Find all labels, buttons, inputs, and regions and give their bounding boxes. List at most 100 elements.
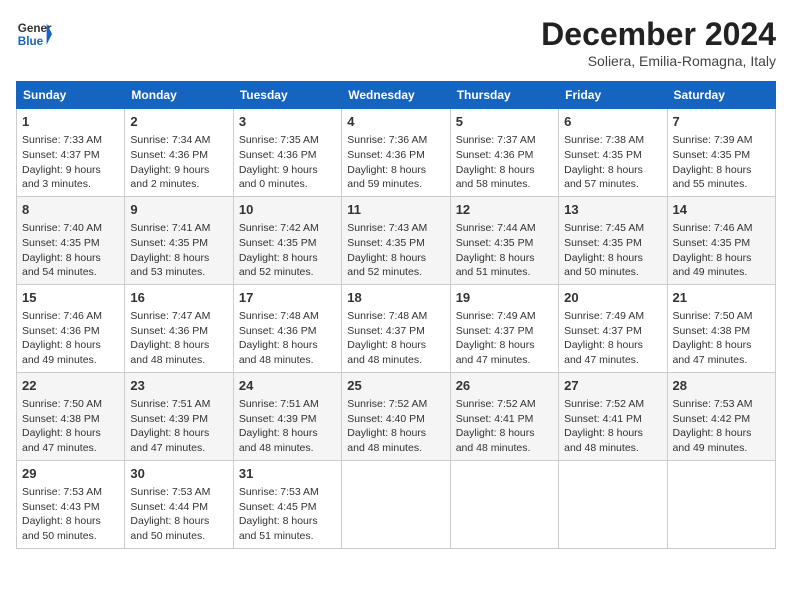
- calendar-cell: 23Sunrise: 7:51 AMSunset: 4:39 PMDayligh…: [125, 372, 233, 460]
- day-number: 28: [673, 377, 770, 395]
- cell-content: Sunrise: 7:33 AMSunset: 4:37 PMDaylight:…: [22, 133, 119, 192]
- calendar-cell: 19Sunrise: 7:49 AMSunset: 4:37 PMDayligh…: [450, 284, 558, 372]
- weekday-header-tuesday: Tuesday: [233, 82, 341, 109]
- day-number: 12: [456, 201, 553, 219]
- calendar-cell: 9 Sunrise: 7:41 AMSunset: 4:35 PMDaylight…: [125, 196, 233, 284]
- weekday-header-friday: Friday: [559, 82, 667, 109]
- location-subtitle: Soliera, Emilia-Romagna, Italy: [541, 53, 776, 69]
- day-number: 24: [239, 377, 336, 395]
- day-number: 1: [22, 113, 119, 131]
- calendar-cell: 31 Sunrise: 7:53 AMSunset: 4:45 PMDayligh…: [233, 460, 341, 548]
- logo: General Blue: [16, 16, 52, 52]
- calendar-body: 1 Sunrise: 7:33 AMSunset: 4:37 PMDaylight…: [17, 109, 776, 549]
- cell-content: Sunrise: 7:46 AMSunset: 4:35 PMDaylight:…: [673, 221, 770, 280]
- cell-content: Sunrise: 7:36 AMSunset: 4:36 PMDaylight:…: [347, 133, 444, 192]
- cell-content: Sunrise: 7:53 AMSunset: 4:45 PMDaylight:…: [239, 485, 336, 544]
- cell-content: Sunrise: 7:41 AMSunset: 4:35 PMDaylight:…: [130, 221, 227, 280]
- cell-content: Sunrise: 7:50 AMSunset: 4:38 PMDaylight:…: [673, 309, 770, 368]
- cell-content: Sunrise: 7:53 AMSunset: 4:42 PMDaylight:…: [673, 397, 770, 456]
- cell-content: Sunrise: 7:48 AMSunset: 4:36 PMDaylight:…: [239, 309, 336, 368]
- calendar-cell: 25Sunrise: 7:52 AMSunset: 4:40 PMDayligh…: [342, 372, 450, 460]
- svg-text:Blue: Blue: [18, 35, 44, 48]
- cell-content: Sunrise: 7:49 AMSunset: 4:37 PMDaylight:…: [564, 309, 661, 368]
- day-number: 23: [130, 377, 227, 395]
- calendar-cell: 26 Sunrise: 7:52 AMSunset: 4:41 PMDayligh…: [450, 372, 558, 460]
- day-number: 31: [239, 465, 336, 483]
- calendar-cell: 29 Sunrise: 7:53 AMSunset: 4:43 PMDayligh…: [17, 460, 125, 548]
- calendar-cell: 28 Sunrise: 7:53 AMSunset: 4:42 PMDayligh…: [667, 372, 775, 460]
- calendar-cell: [342, 460, 450, 548]
- calendar-cell: 18 Sunrise: 7:48 AMSunset: 4:37 PMDayligh…: [342, 284, 450, 372]
- day-number: 22: [22, 377, 119, 395]
- day-number: 26: [456, 377, 553, 395]
- calendar-week-2: 8Sunrise: 7:40 AMSunset: 4:35 PMDaylight…: [17, 196, 776, 284]
- calendar-cell: 4 Sunrise: 7:36 AMSunset: 4:36 PMDaylight…: [342, 109, 450, 197]
- calendar-cell: 13 Sunrise: 7:45 AMSunset: 4:35 PMDayligh…: [559, 196, 667, 284]
- cell-content: Sunrise: 7:43 AMSunset: 4:35 PMDaylight:…: [347, 221, 444, 280]
- day-number: 11: [347, 201, 444, 219]
- day-number: 27: [564, 377, 661, 395]
- day-number: 15: [22, 289, 119, 307]
- calendar-week-5: 29 Sunrise: 7:53 AMSunset: 4:43 PMDayligh…: [17, 460, 776, 548]
- day-number: 29: [22, 465, 119, 483]
- day-number: 7: [673, 113, 770, 131]
- day-number: 14: [673, 201, 770, 219]
- cell-content: Sunrise: 7:52 AMSunset: 4:41 PMDaylight:…: [456, 397, 553, 456]
- calendar-header-row: SundayMondayTuesdayWednesdayThursdayFrid…: [17, 82, 776, 109]
- calendar-cell: 22Sunrise: 7:50 AMSunset: 4:38 PMDayligh…: [17, 372, 125, 460]
- day-number: 4: [347, 113, 444, 131]
- calendar-cell: 21Sunrise: 7:50 AMSunset: 4:38 PMDayligh…: [667, 284, 775, 372]
- calendar-cell: [559, 460, 667, 548]
- weekday-header-sunday: Sunday: [17, 82, 125, 109]
- calendar-cell: 10 Sunrise: 7:42 AMSunset: 4:35 PMDayligh…: [233, 196, 341, 284]
- calendar-cell: 20Sunrise: 7:49 AMSunset: 4:37 PMDayligh…: [559, 284, 667, 372]
- cell-content: Sunrise: 7:48 AMSunset: 4:37 PMDaylight:…: [347, 309, 444, 368]
- calendar-cell: 17 Sunrise: 7:48 AMSunset: 4:36 PMDayligh…: [233, 284, 341, 372]
- cell-content: Sunrise: 7:40 AMSunset: 4:35 PMDaylight:…: [22, 221, 119, 280]
- cell-content: Sunrise: 7:34 AMSunset: 4:36 PMDaylight:…: [130, 133, 227, 192]
- day-number: 18: [347, 289, 444, 307]
- cell-content: Sunrise: 7:44 AMSunset: 4:35 PMDaylight:…: [456, 221, 553, 280]
- calendar-cell: 11 Sunrise: 7:43 AMSunset: 4:35 PMDayligh…: [342, 196, 450, 284]
- title-area: December 2024 Soliera, Emilia-Romagna, I…: [541, 16, 776, 69]
- day-number: 3: [239, 113, 336, 131]
- cell-content: Sunrise: 7:52 AMSunset: 4:41 PMDaylight:…: [564, 397, 661, 456]
- cell-content: Sunrise: 7:35 AMSunset: 4:36 PMDaylight:…: [239, 133, 336, 192]
- cell-content: Sunrise: 7:53 AMSunset: 4:43 PMDaylight:…: [22, 485, 119, 544]
- calendar-cell: 5 Sunrise: 7:37 AMSunset: 4:36 PMDaylight…: [450, 109, 558, 197]
- day-number: 6: [564, 113, 661, 131]
- weekday-header-thursday: Thursday: [450, 82, 558, 109]
- calendar-cell: 3 Sunrise: 7:35 AMSunset: 4:36 PMDaylight…: [233, 109, 341, 197]
- calendar-cell: 16 Sunrise: 7:47 AMSunset: 4:36 PMDayligh…: [125, 284, 233, 372]
- calendar-week-3: 15 Sunrise: 7:46 AMSunset: 4:36 PMDayligh…: [17, 284, 776, 372]
- weekday-header-monday: Monday: [125, 82, 233, 109]
- day-number: 2: [130, 113, 227, 131]
- day-number: 9: [130, 201, 227, 219]
- logo-icon: General Blue: [16, 16, 52, 52]
- day-number: 5: [456, 113, 553, 131]
- calendar-cell: 1 Sunrise: 7:33 AMSunset: 4:37 PMDaylight…: [17, 109, 125, 197]
- calendar-cell: 27 Sunrise: 7:52 AMSunset: 4:41 PMDayligh…: [559, 372, 667, 460]
- day-number: 10: [239, 201, 336, 219]
- day-number: 13: [564, 201, 661, 219]
- calendar-week-1: 1 Sunrise: 7:33 AMSunset: 4:37 PMDaylight…: [17, 109, 776, 197]
- weekday-header-saturday: Saturday: [667, 82, 775, 109]
- cell-content: Sunrise: 7:46 AMSunset: 4:36 PMDaylight:…: [22, 309, 119, 368]
- day-number: 17: [239, 289, 336, 307]
- cell-content: Sunrise: 7:53 AMSunset: 4:44 PMDaylight:…: [130, 485, 227, 544]
- calendar-cell: 12 Sunrise: 7:44 AMSunset: 4:35 PMDayligh…: [450, 196, 558, 284]
- calendar-cell: [667, 460, 775, 548]
- cell-content: Sunrise: 7:45 AMSunset: 4:35 PMDaylight:…: [564, 221, 661, 280]
- calendar-cell: 2 Sunrise: 7:34 AMSunset: 4:36 PMDaylight…: [125, 109, 233, 197]
- day-number: 16: [130, 289, 227, 307]
- cell-content: Sunrise: 7:42 AMSunset: 4:35 PMDaylight:…: [239, 221, 336, 280]
- cell-content: Sunrise: 7:47 AMSunset: 4:36 PMDaylight:…: [130, 309, 227, 368]
- calendar-cell: 30Sunrise: 7:53 AMSunset: 4:44 PMDayligh…: [125, 460, 233, 548]
- month-title: December 2024: [541, 16, 776, 53]
- cell-content: Sunrise: 7:37 AMSunset: 4:36 PMDaylight:…: [456, 133, 553, 192]
- calendar-cell: 24Sunrise: 7:51 AMSunset: 4:39 PMDayligh…: [233, 372, 341, 460]
- page-header: General Blue December 2024 Soliera, Emil…: [16, 16, 776, 69]
- calendar-cell: [450, 460, 558, 548]
- cell-content: Sunrise: 7:39 AMSunset: 4:35 PMDaylight:…: [673, 133, 770, 192]
- day-number: 19: [456, 289, 553, 307]
